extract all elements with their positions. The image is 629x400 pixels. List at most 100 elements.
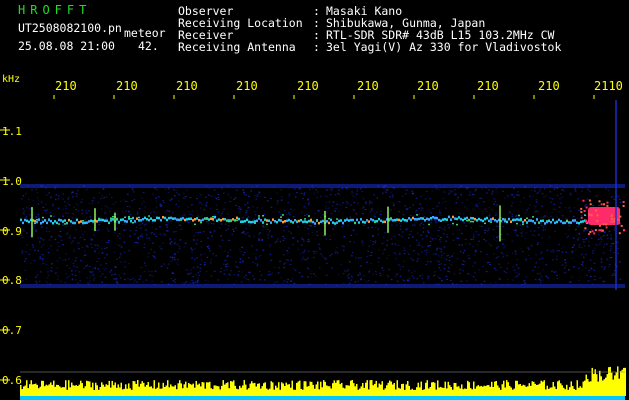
noise-pixel [498,263,501,265]
noise-pixel [199,231,201,233]
noise-pixel [119,237,121,240]
carrier-trace [416,218,418,221]
level-bar [156,387,158,396]
noise-pixel [196,257,198,259]
noise-pixel [375,273,377,275]
level-bar [165,385,167,396]
noise-pixel [399,275,402,277]
level-bar [87,381,89,396]
noise-pixel [497,246,499,248]
noise-pixel [406,209,408,211]
noise-pixel [599,237,602,239]
noise-pixel [45,280,48,282]
noise-pixel [459,269,461,271]
noise-pixel [458,229,460,231]
carrier-trace [110,219,112,222]
noise-pixel [409,207,411,209]
noise-pixel [376,211,378,213]
noise-pixel [93,234,95,236]
noise-pixel [407,237,410,239]
noise-pixel [445,240,448,242]
level-bar [231,381,233,396]
strong-signal-spot [613,220,616,223]
noise-pixel [173,189,176,191]
noise-pixel [276,240,278,242]
noise-pixel [277,238,279,240]
level-bar [366,380,368,396]
noise-pixel [520,228,522,230]
noise-pixel [332,228,334,230]
noise-pixel [573,266,575,268]
level-bar [513,388,515,396]
level-bar [458,386,460,396]
noise-pixel [551,198,554,200]
noise-pixel [496,236,498,238]
noise-pixel [214,195,216,197]
noise-pixel [367,280,370,282]
noise-pixel [177,259,179,261]
noise-pixel [57,241,59,244]
noise-pixel [47,271,49,273]
noise-pixel [273,283,275,285]
noise-pixel [78,248,80,250]
noise-pixel [377,228,380,230]
noise-pixel [425,263,428,266]
noise-pixel [176,189,179,192]
noise-pixel [491,193,493,195]
level-bar [525,386,527,396]
noise-pixel [496,247,498,249]
noise-pixel [568,207,571,209]
noise-pixel [576,239,579,241]
noise-pixel [86,188,89,190]
noise-pixel [314,213,316,215]
carrier-trace [532,220,534,223]
level-bar [59,386,61,396]
noise-pixel [592,204,594,206]
level-bar [33,384,35,396]
noise-pixel [155,228,157,230]
level-bar [596,374,598,396]
carrier-trace [532,216,534,218]
noise-pixel [540,252,542,254]
noise-pixel [48,230,51,232]
level-bar [287,384,289,396]
noise-pixel [174,281,176,283]
level-bar [30,380,32,396]
noise-pixel [132,191,135,193]
carrier-trace [504,218,506,220]
noise-pixel [64,259,67,261]
noise-pixel [418,242,420,244]
noise-pixel [556,250,559,252]
noise-pixel [366,256,368,258]
noise-pixel [474,251,477,253]
noise-pixel [159,226,161,228]
noise-pixel [274,281,276,283]
noise-pixel [564,217,567,219]
noise-pixel [525,211,528,213]
carrier-trace [206,217,208,219]
noise-pixel [311,231,314,234]
noise-pixel [304,226,307,228]
level-bar [618,378,620,396]
carrier-trace [80,220,82,223]
noise-pixel [374,213,376,215]
noise-pixel [54,198,57,201]
noise-pixel [318,247,321,249]
strong-signal-spot [587,233,590,235]
noise-pixel [617,248,619,250]
noise-pixel [20,277,23,280]
noise-pixel [111,197,113,199]
noise-pixel [26,207,29,209]
level-bar [425,382,427,396]
noise-pixel [511,279,514,281]
noise-pixel [181,282,184,284]
noise-pixel [572,237,575,239]
carrier-trace [132,216,134,220]
level-bar [50,382,52,396]
spectrogram-plot [0,95,626,400]
noise-pixel [618,238,621,240]
noise-pixel [138,224,140,226]
noise-pixel [107,241,110,243]
level-bar [285,382,287,396]
noise-pixel [346,203,349,205]
